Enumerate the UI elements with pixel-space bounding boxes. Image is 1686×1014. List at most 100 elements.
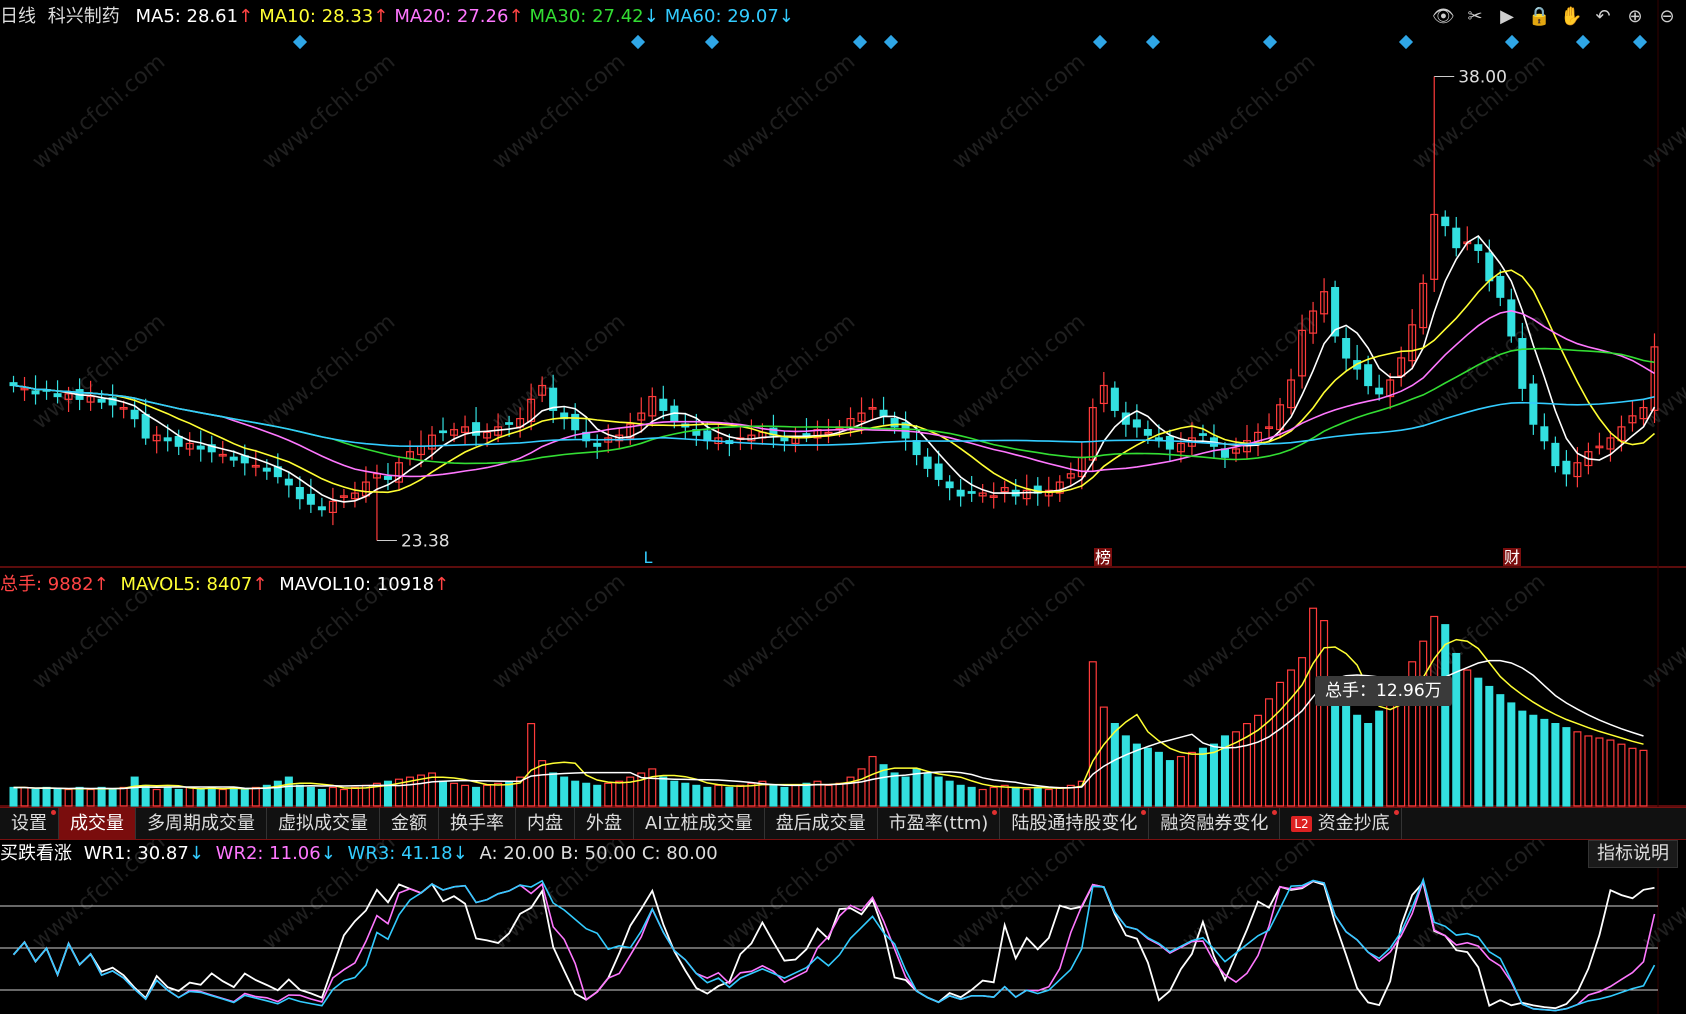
volume-bar	[923, 772, 932, 807]
volume-bar	[648, 768, 657, 807]
volume-bar	[240, 788, 249, 807]
candle-body	[1496, 275, 1505, 298]
tab-12[interactable]: 融资融券变化	[1149, 808, 1281, 839]
volume-bar	[835, 782, 844, 807]
hand-icon[interactable]: ✋	[1560, 6, 1582, 28]
tab-5[interactable]: 换手率	[439, 808, 516, 839]
volume-bar	[439, 780, 448, 807]
volume-bar	[1463, 669, 1472, 807]
ma-legend-4: MA60: 29.07↓	[664, 6, 794, 27]
candle-body	[284, 478, 293, 486]
candle-body	[163, 437, 172, 442]
tab-label: AI立桩成交量	[645, 813, 753, 834]
volume-bar	[1154, 751, 1163, 807]
volume-bar	[317, 788, 326, 807]
tab-13[interactable]: L2 资金抄底	[1280, 808, 1402, 839]
candle-body	[1474, 244, 1483, 251]
watermark-text: www.cfchi.com	[948, 829, 1090, 954]
zoom-out-icon[interactable]: ⊖	[1656, 6, 1678, 28]
candle-body	[593, 442, 602, 447]
volume-bar	[130, 776, 139, 807]
high-price-label: 38.00	[1458, 68, 1507, 88]
period-label[interactable]: 日线	[0, 6, 36, 27]
tab-4[interactable]: 金额	[380, 808, 439, 839]
ma-legend-1: MA10: 28.33↑	[259, 6, 389, 27]
volume-bar	[42, 786, 51, 807]
volume-bar	[615, 780, 624, 807]
volume-bar	[736, 784, 745, 807]
volume-bar	[1276, 681, 1285, 807]
lock-icon[interactable]: 🔒	[1528, 6, 1550, 28]
candle-body	[439, 430, 448, 434]
volume-bar	[86, 788, 95, 807]
volume-bar	[251, 786, 260, 807]
candle-body	[879, 409, 888, 417]
volume-bar	[1452, 652, 1461, 807]
candle-body	[174, 435, 183, 447]
candle-body	[571, 413, 580, 431]
volume-bar	[483, 784, 492, 807]
tab-10[interactable]: 市盈率(ttm)	[878, 808, 1001, 839]
volume-bar	[1198, 747, 1207, 807]
ma-legend-3: MA30: 27.42↓	[529, 6, 659, 27]
volume-bar	[1595, 737, 1604, 807]
volume-bar	[450, 782, 459, 807]
tab-dot-icon	[992, 810, 998, 815]
volume-bar	[857, 768, 866, 807]
volume-bar	[1099, 706, 1108, 807]
volume-bar	[196, 788, 205, 807]
volume-bar	[141, 784, 150, 807]
volume-bar	[472, 786, 481, 807]
undo-icon[interactable]: ↶	[1592, 6, 1614, 28]
candle-body	[967, 491, 976, 494]
volume-bar	[692, 784, 701, 807]
volume-bar	[571, 780, 580, 807]
candle-body	[317, 506, 326, 511]
tab-7[interactable]: 外盘	[575, 808, 634, 839]
price-panel	[0, 0, 1686, 567]
price-marker-2: 财	[1504, 548, 1520, 567]
tab-11[interactable]: 陆股通持股变化	[1000, 808, 1150, 839]
volume-bar	[1562, 727, 1571, 807]
tab-label: 资金抄底	[1317, 813, 1390, 834]
tab-8[interactable]: AI立桩成交量	[634, 808, 765, 839]
volume-bar	[1143, 747, 1152, 807]
volume-bar	[1551, 722, 1560, 807]
volume-bar	[780, 786, 789, 807]
tab-9[interactable]: 盘后成交量	[765, 808, 878, 839]
candle-body	[1110, 387, 1119, 411]
tab-3[interactable]: 虚拟成交量	[267, 808, 380, 839]
tab-6[interactable]: 内盘	[516, 808, 575, 839]
wr2-value: WR2: 11.06↓	[215, 843, 336, 864]
candle-body	[505, 422, 514, 425]
scissors-icon[interactable]: ✂	[1464, 6, 1486, 28]
tab-1[interactable]: 成交量	[59, 808, 136, 839]
volume-bar	[174, 788, 183, 807]
volume-bar	[582, 782, 591, 807]
indicator-explain-button[interactable]: 指标说明	[1588, 840, 1678, 868]
mavol5: MAVOL5: 8407↑	[120, 574, 268, 595]
tab-label: 换手率	[450, 813, 504, 834]
mavol5-line	[13, 638, 1644, 790]
volume-bar	[1165, 760, 1174, 807]
tab-2[interactable]: 多周期成交量	[136, 808, 267, 839]
eye-icon[interactable]: 👁	[1432, 6, 1455, 28]
play-icon[interactable]: ▶	[1496, 6, 1518, 28]
volume-bar	[1474, 677, 1483, 807]
volume-bar	[824, 784, 833, 807]
volume-bar	[207, 786, 216, 807]
volume-bar	[1287, 669, 1296, 807]
volume-total: 总手: 9882↑	[0, 574, 109, 595]
volume-bar	[1584, 735, 1593, 807]
tab-0[interactable]: 设置	[0, 808, 59, 839]
volume-bar	[703, 786, 712, 807]
candle-body	[945, 481, 954, 489]
watermark-text: www.cfchi.com	[1638, 569, 1686, 694]
tab-dot-icon	[51, 810, 56, 815]
price-marker-0: L	[644, 548, 653, 567]
zoom-in-icon[interactable]: ⊕	[1624, 6, 1646, 28]
volume-bar	[1110, 722, 1119, 807]
candle-body	[306, 493, 315, 505]
volume-bar	[1496, 694, 1505, 807]
tab-label: 金额	[391, 813, 427, 834]
